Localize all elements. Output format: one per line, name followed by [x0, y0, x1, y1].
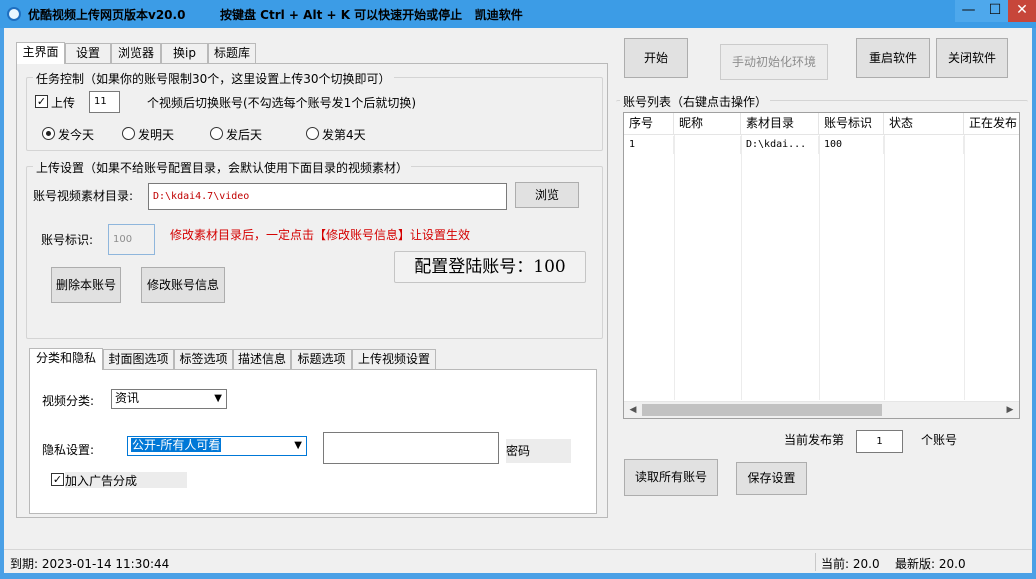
switch-account-text: 个视频后切换账号(不勾选每个账号发1个后就切换)	[147, 96, 416, 110]
title-bar[interactable]: 优酷视频上传网页版本v20.0 按键盘 Ctrl + Alt + K 可以快速开…	[0, 0, 1036, 28]
column-nickname[interactable]: 昵称	[674, 113, 741, 135]
scroll-right-icon[interactable]: ▶	[1003, 403, 1017, 417]
radio-tomorrow[interactable]	[122, 127, 135, 140]
tab-title-library[interactable]: 标题库	[208, 43, 256, 63]
upload-checkbox-label: 上传	[51, 96, 76, 110]
tab-settings[interactable]: 设置	[65, 43, 111, 63]
init-environment-button[interactable]: 手动初始化环境	[720, 44, 828, 80]
column-status[interactable]: 状态	[884, 113, 964, 135]
table-row[interactable]: 1 D:\kdai... 100	[624, 136, 1019, 154]
column-account-id[interactable]: 账号标识	[819, 113, 884, 135]
radio-day-after[interactable]	[210, 127, 223, 140]
task-control-group: 任务控制（如果你的账号限制30个，这里设置上传30个切换即可） ✓ 上传 11 …	[26, 70, 603, 151]
privacy-label: 隐私设置:	[42, 443, 95, 457]
client-area: 主界面 设置 浏览器 换ip 标题库 任务控制（如果你的账号限制30个，这里设置…	[4, 28, 1032, 573]
radio-day-four[interactable]	[306, 127, 319, 140]
row-publishing-cell	[964, 136, 1019, 154]
radio-today-label: 发今天	[58, 128, 95, 142]
account-list[interactable]: 序号 昵称 素材目录 账号标识 状态 正在发布 1 D:\kdai... 100…	[623, 112, 1020, 419]
category-label: 视频分类:	[42, 394, 95, 408]
column-material-dir[interactable]: 素材目录	[741, 113, 819, 135]
column-index[interactable]: 序号	[624, 113, 674, 135]
category-selected-value: 资讯	[115, 391, 140, 405]
row-dir-cell: D:\kdai...	[741, 136, 819, 154]
upload-checkbox[interactable]: ✓	[35, 95, 48, 108]
tab-browser[interactable]: 浏览器	[111, 43, 161, 63]
account-list-header: 序号 昵称 素材目录 账号标识 状态 正在发布	[624, 113, 1019, 135]
radio-tomorrow-label: 发明天	[138, 128, 175, 142]
app-icon	[7, 7, 21, 21]
hotkey-hint: 按键盘 Ctrl + Alt + K 可以快速开始或停止 凯迪软件	[220, 8, 523, 22]
current-version-status: 当前: 20.0	[821, 557, 880, 571]
radio-today[interactable]	[42, 127, 55, 140]
warning-text: 修改素材目录后，一定点击【修改账号信息】让设置生效	[170, 228, 471, 242]
chevron-down-icon: ▼	[214, 393, 222, 404]
dir-label: 账号视频素材目录:	[33, 189, 134, 203]
account-unit-label: 个账号	[921, 433, 958, 447]
privacy-select[interactable]: 公开-所有人可看 ▼	[127, 436, 307, 456]
status-bar: 到期: 2023-01-14 11:30:44 当前: 20.0 最新版: 20…	[4, 549, 1032, 573]
password-input[interactable]	[323, 432, 499, 464]
chevron-down-icon: ▼	[294, 440, 302, 451]
task-control-title: 任务控制（如果你的账号限制30个，这里设置上传30个切换即可）	[33, 70, 394, 87]
subtab-title[interactable]: 标题选项	[291, 349, 352, 369]
close-app-button[interactable]: 关闭软件	[936, 38, 1008, 78]
current-publish-input[interactable]: 1	[856, 430, 903, 453]
subtab-upload-video[interactable]: 上传视频设置	[352, 349, 436, 369]
row-account-id-cell: 100	[819, 136, 884, 154]
browse-button[interactable]: 浏览	[515, 182, 579, 208]
password-label: 密码	[506, 439, 571, 463]
upload-settings-group: 上传设置（如果不给账号配置目录，会默认使用下面目录的视频素材） 账号视频素材目录…	[26, 159, 603, 339]
restart-button[interactable]: 重启软件	[856, 38, 930, 78]
subtab-description[interactable]: 描述信息	[233, 349, 291, 369]
row-status-cell	[884, 136, 964, 154]
column-publishing[interactable]: 正在发布	[964, 113, 1019, 135]
radio-day-four-label: 发第4天	[322, 128, 366, 142]
row-nickname-cell	[674, 136, 741, 154]
window-title: 优酷视频上传网页版本v20.0	[28, 8, 186, 22]
radio-day-after-label: 发后天	[226, 128, 263, 142]
row-index-cell: 1	[624, 136, 674, 154]
account-id-input[interactable]: 100	[108, 224, 155, 255]
latest-version-status: 最新版: 20.0	[895, 557, 966, 571]
dir-input[interactable]: D:\kdai4.7\video	[148, 183, 507, 210]
read-all-accounts-button[interactable]: 读取所有账号	[624, 459, 718, 496]
category-select[interactable]: 资讯 ▼	[111, 389, 227, 409]
login-account-display: 配置登陆账号：100	[394, 251, 586, 283]
save-settings-button[interactable]: 保存设置	[736, 462, 807, 495]
account-list-title: 账号列表（右键点击操作）	[620, 93, 771, 110]
tab-change-ip[interactable]: 换ip	[161, 43, 208, 63]
subtab-cover[interactable]: 封面图选项	[103, 349, 174, 369]
expire-status: 到期: 2023-01-14 11:30:44	[10, 557, 170, 571]
tab-main[interactable]: 主界面	[16, 42, 65, 64]
subtab-tags[interactable]: 标签选项	[174, 349, 233, 369]
start-button[interactable]: 开始	[624, 38, 688, 78]
horizontal-scrollbar[interactable]: ◀ ▶	[624, 401, 1019, 418]
main-tab-panel: 任务控制（如果你的账号限制30个，这里设置上传30个切换即可） ✓ 上传 11 …	[16, 63, 608, 518]
close-window-button[interactable]: ✕	[1008, 0, 1036, 22]
category-privacy-panel: 视频分类: 资讯 ▼ 隐私设置: 公开-所有人可看 ▼ 密码 ✓ 加入广告分成	[29, 369, 597, 514]
account-id-label: 账号标识:	[41, 233, 94, 247]
delete-account-button[interactable]: 删除本账号	[51, 267, 121, 303]
scroll-thumb[interactable]	[642, 404, 882, 416]
ad-share-checkbox[interactable]: ✓	[51, 473, 64, 486]
upload-count-input[interactable]: 11	[89, 91, 120, 113]
scroll-left-icon[interactable]: ◀	[626, 403, 640, 417]
minimize-button[interactable]: —	[955, 0, 982, 22]
privacy-selected-value: 公开-所有人可看	[131, 438, 222, 452]
ad-share-label: 加入广告分成	[65, 472, 187, 488]
maximize-button[interactable]: ☐	[982, 0, 1008, 22]
upload-settings-title: 上传设置（如果不给账号配置目录，会默认使用下面目录的视频素材）	[33, 159, 412, 176]
current-publish-label: 当前发布第	[784, 433, 845, 447]
subtab-category-privacy[interactable]: 分类和隐私	[29, 348, 103, 370]
modify-account-button[interactable]: 修改账号信息	[141, 267, 225, 303]
